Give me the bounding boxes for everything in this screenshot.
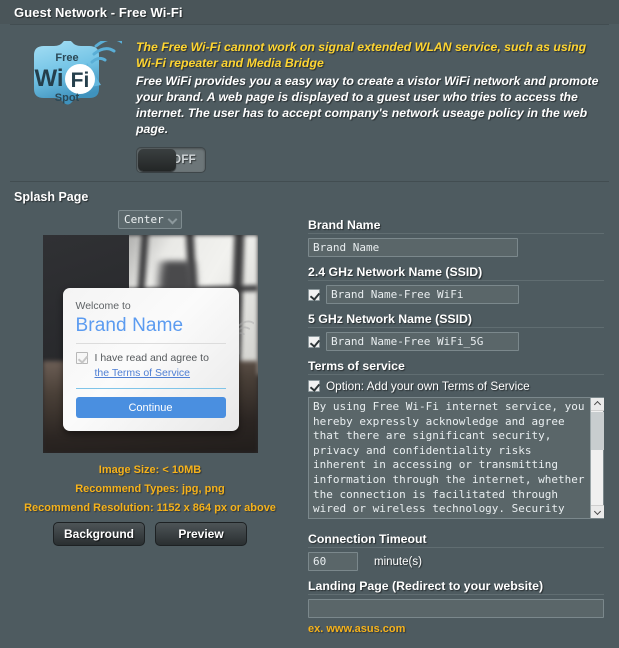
- card-divider-2: [75, 388, 226, 389]
- card-agree-prefix: I have read and agree to: [94, 352, 209, 364]
- alignment-value: Center: [124, 213, 164, 226]
- toggle-state-label: OFF: [172, 154, 196, 166]
- splash-action-buttons: Background Preview: [0, 518, 300, 546]
- card-continue-button[interactable]: Continue: [75, 397, 226, 418]
- timeout-row: minute(s): [308, 552, 619, 571]
- page-title: Guest Network - Free Wi-Fi: [14, 4, 183, 20]
- svg-text:Spot: Spot: [55, 92, 80, 104]
- guest-network-page: Guest Network - Free Wi-Fi Free Wi Fi Sp…: [0, 0, 619, 648]
- background-button[interactable]: Background: [53, 522, 145, 546]
- intro-section: Free Wi Fi Spot The Free Wi-Fi cannot wo…: [0, 25, 619, 141]
- timeout-unit-label: minute(s): [374, 555, 422, 568]
- splash-card: Welcome to Brand Name I have read and ag…: [62, 288, 239, 431]
- image-notes: Image Size: < 10MB Recommend Types: jpg,…: [0, 453, 300, 518]
- splash-page-title: Splash Page: [14, 190, 89, 204]
- ssid-5-checkbox[interactable]: [308, 335, 320, 348]
- alignment-select[interactable]: Center: [118, 210, 182, 229]
- preview-button[interactable]: Preview: [155, 522, 247, 546]
- intro-description: Free WiFi provides you a easy way to cre…: [136, 74, 599, 136]
- ssid-24-group: 2.4 GHz Network Name (SSID): [308, 265, 619, 304]
- intro-text: The Free Wi-Fi cannot work on signal ext…: [128, 35, 607, 137]
- ssid-24-input[interactable]: [326, 285, 519, 304]
- splash-preview-column: Center Welcome to Brand Name I have read…: [0, 208, 300, 643]
- card-welcome-text: Welcome to: [75, 300, 131, 312]
- ssid-5-input[interactable]: [326, 332, 519, 351]
- card-agree-row: I have read and agree to the Terms of Se…: [75, 351, 226, 381]
- scroll-up-arrow-icon[interactable]: [591, 398, 604, 411]
- ssid-5-group: 5 GHz Network Name (SSID): [308, 312, 619, 351]
- ssid-24-row: [308, 285, 619, 304]
- ssid-24-checkbox[interactable]: [308, 288, 320, 301]
- page-header: Guest Network - Free Wi-Fi: [0, 0, 619, 24]
- brand-name-group: Brand Name: [308, 218, 619, 257]
- scroll-down-arrow-icon[interactable]: [591, 505, 604, 518]
- terms-option-row: Option: Add your own Terms of Service: [308, 379, 619, 393]
- terms-of-service-link[interactable]: the Terms of Service: [95, 367, 191, 379]
- svg-text:Wi: Wi: [34, 65, 63, 92]
- note-recommend-resolution: Recommend Resolution: 1152 x 864 px or a…: [24, 502, 276, 514]
- terms-textarea[interactable]: By using Free Wi-Fi internet service, yo…: [308, 397, 604, 519]
- note-recommend-types: Recommend Types: jpg, png: [75, 483, 225, 495]
- toggle-knob: [138, 149, 176, 171]
- terms-group: Terms of service Option: Add your own Te…: [308, 359, 619, 524]
- intro-warning: The Free Wi-Fi cannot work on signal ext…: [136, 40, 587, 70]
- brand-name-label: Brand Name: [308, 218, 604, 234]
- ssid-5-label: 5 GHz Network Name (SSID): [308, 312, 604, 328]
- enable-toggle-row: OFF: [0, 141, 619, 181]
- chevron-down-icon: [167, 214, 178, 225]
- alignment-row: Center: [0, 208, 300, 235]
- free-wifi-toggle[interactable]: OFF: [136, 147, 206, 173]
- card-agree-checkbox[interactable]: [75, 352, 88, 364]
- timeout-group: Connection Timeout minute(s): [308, 532, 619, 571]
- card-brand-name: Brand Name: [75, 315, 184, 336]
- terms-label: Terms of service: [308, 359, 604, 375]
- svg-text:Fi: Fi: [71, 69, 90, 92]
- terms-textarea-wrap: By using Free Wi-Fi internet service, yo…: [308, 397, 604, 524]
- card-divider: [75, 343, 226, 344]
- landing-page-input[interactable]: [308, 599, 604, 618]
- terms-option-label: Option: Add your own Terms of Service: [326, 379, 530, 393]
- splash-preview[interactable]: Free Wi Fi Spot Welcome to Brand Name: [42, 235, 258, 453]
- landing-page-label: Landing Page (Redirect to your website): [308, 579, 604, 595]
- note-image-size: Image Size: < 10MB: [98, 464, 202, 476]
- splash-form-column: Brand Name 2.4 GHz Network Name (SSID) 5…: [300, 208, 619, 643]
- landing-page-hint: ex. www.asus.com: [308, 623, 406, 635]
- terms-option-checkbox[interactable]: [308, 380, 320, 392]
- free-wifi-spot-logo: Free Wi Fi Spot: [18, 35, 128, 137]
- scrollbar-thumb[interactable]: [591, 412, 604, 450]
- svg-text:Free: Free: [55, 52, 78, 64]
- brand-name-input[interactable]: [308, 238, 518, 257]
- splash-body: Center Welcome to Brand Name I have read…: [0, 208, 619, 643]
- card-agree-text: I have read and agree to the Terms of Se…: [95, 351, 226, 381]
- terms-scrollbar[interactable]: [590, 398, 604, 518]
- timeout-input[interactable]: [308, 552, 358, 571]
- ssid-5-row: [308, 332, 619, 351]
- timeout-label: Connection Timeout: [308, 532, 604, 548]
- wifi-spot-icon: Free Wi Fi Spot: [34, 37, 124, 105]
- ssid-24-label: 2.4 GHz Network Name (SSID): [308, 265, 604, 281]
- landing-page-group: Landing Page (Redirect to your website) …: [308, 579, 619, 635]
